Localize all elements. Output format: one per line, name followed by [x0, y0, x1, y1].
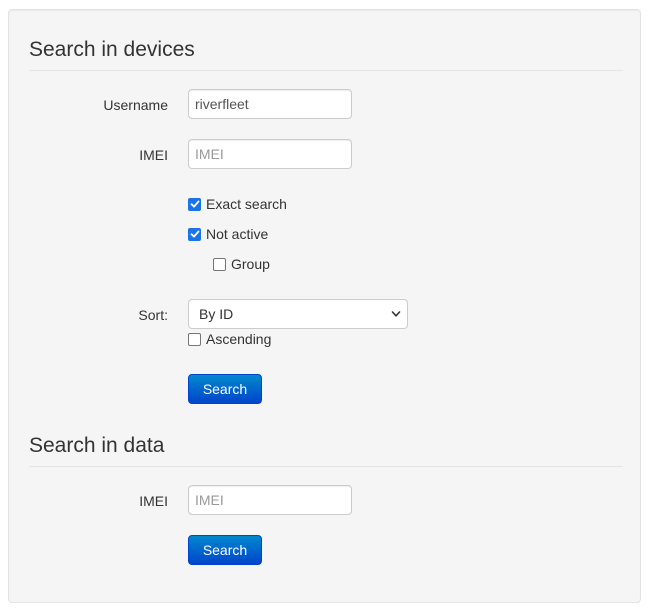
data-imei-label: IMEI	[139, 493, 168, 509]
chevron-down-icon	[391, 306, 401, 322]
imei-input[interactable]	[188, 139, 352, 169]
username-input[interactable]	[188, 89, 352, 119]
username-label: Username	[103, 97, 168, 113]
search-panel: Search in devices Username IMEI Exact se…	[8, 9, 641, 603]
ascending-checkbox[interactable]: Ascending	[188, 331, 271, 347]
sort-selected-value: By ID	[199, 306, 234, 322]
checkbox-checked-icon	[188, 227, 201, 241]
data-imei-input[interactable]	[188, 485, 352, 515]
sort-label: Sort:	[138, 307, 168, 323]
data-section-title: Search in data	[29, 435, 623, 467]
exact-search-checkbox[interactable]: Exact search	[188, 196, 287, 212]
ascending-label: Ascending	[206, 331, 272, 347]
imei-label: IMEI	[139, 147, 168, 163]
devices-section-title: Search in devices	[29, 39, 623, 71]
not-active-checkbox[interactable]: Not active	[188, 226, 268, 242]
exact-search-label: Exact search	[206, 196, 287, 212]
checkbox-unchecked-icon	[188, 332, 201, 346]
not-active-label: Not active	[206, 226, 269, 242]
sort-select[interactable]: By ID	[188, 299, 408, 329]
data-search-button[interactable]: Search	[188, 535, 262, 565]
group-label: Group	[231, 256, 270, 272]
devices-search-button[interactable]: Search	[188, 374, 262, 404]
checkbox-checked-icon	[188, 197, 201, 211]
checkbox-unchecked-icon	[213, 257, 226, 271]
group-checkbox[interactable]: Group	[213, 256, 270, 272]
